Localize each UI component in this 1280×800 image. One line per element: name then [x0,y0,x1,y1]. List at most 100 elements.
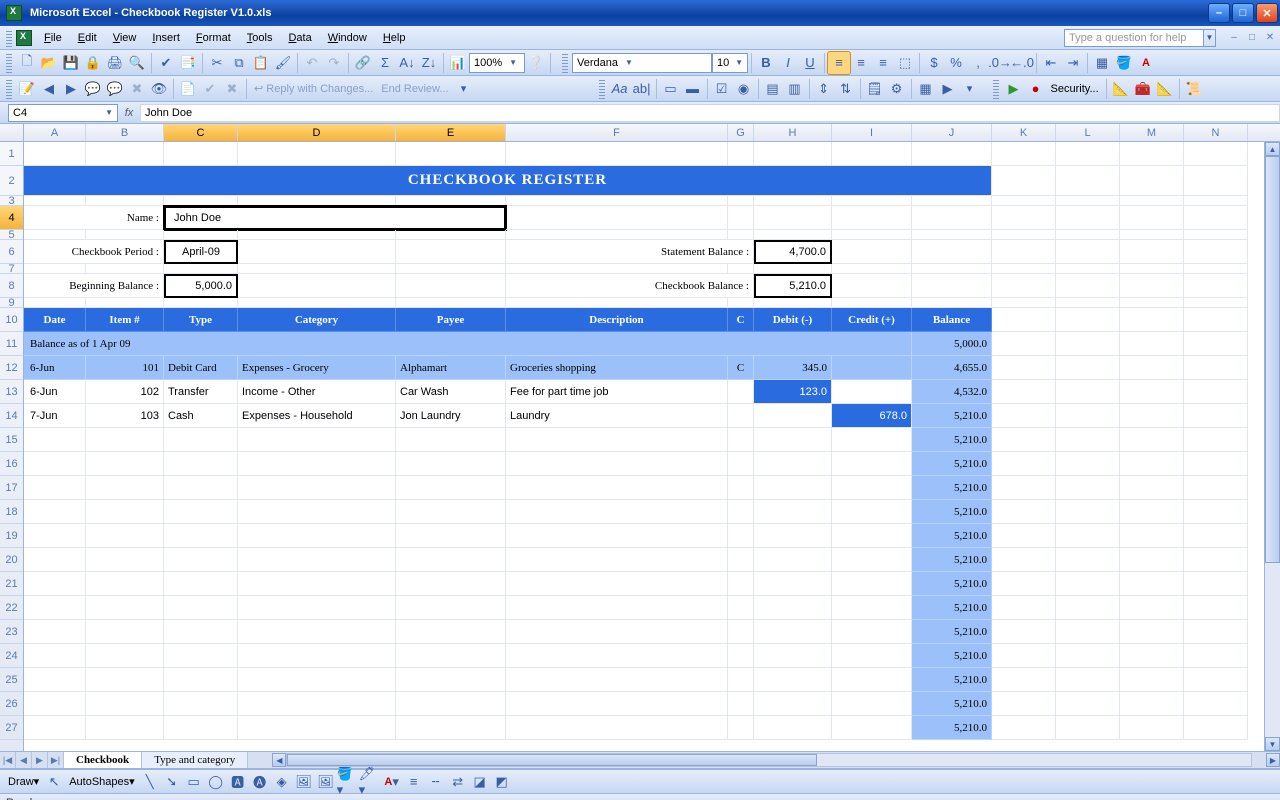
cell[interactable] [396,196,506,206]
cell[interactable] [1184,298,1248,308]
cell[interactable] [1184,206,1248,230]
cell[interactable] [1120,548,1184,572]
scroll-right-button[interactable]: ▶ [1266,753,1280,767]
cell[interactable] [1056,206,1120,230]
cell[interactable] [754,264,832,274]
col-header-E[interactable]: E [396,124,506,141]
cell[interactable] [86,524,164,548]
cell[interactable]: 5,210.0 [912,524,992,548]
cell[interactable] [992,274,1056,298]
line-color-button[interactable]: 🖊▾ [359,771,381,793]
cell[interactable] [1056,356,1120,380]
cell[interactable] [1056,230,1120,240]
sheet-tab-type-category[interactable]: Type and category [142,752,248,768]
cell[interactable] [992,264,1056,274]
cell[interactable] [1120,716,1184,740]
cell[interactable] [832,274,912,298]
col-header-G[interactable]: G [728,124,754,141]
col-header-J[interactable]: J [912,124,992,141]
cell[interactable] [24,264,86,274]
cell[interactable] [396,298,506,308]
cell[interactable]: C [728,308,754,332]
cell[interactable] [992,452,1056,476]
row-header-7[interactable]: 7 [0,264,23,274]
security-button[interactable]: Security... [1047,78,1103,100]
cell[interactable] [1056,596,1120,620]
cell[interactable] [86,298,164,308]
cell[interactable] [832,644,912,668]
cell[interactable] [1120,476,1184,500]
cell[interactable] [1184,332,1248,356]
line-style-button[interactable]: ≡ [403,771,425,793]
cell[interactable] [992,524,1056,548]
row-header-14[interactable]: 14 [0,404,23,428]
cell[interactable] [86,230,164,240]
sort-desc-button[interactable]: Z↓ [418,52,440,74]
cell[interactable] [396,572,506,596]
cell[interactable] [1184,692,1248,716]
cell[interactable] [24,298,86,308]
redo-button[interactable]: ↷ [323,52,345,74]
row-header-18[interactable]: 18 [0,500,23,524]
cell[interactable] [506,476,728,500]
cell[interactable] [86,428,164,452]
cell[interactable] [1120,644,1184,668]
cell[interactable] [238,524,396,548]
cell[interactable] [1056,274,1120,298]
close-button[interactable]: ✕ [1256,3,1278,23]
cell[interactable]: Fee for part time job [506,380,728,404]
cell[interactable] [506,644,728,668]
inner-restore-button[interactable]: □ [1244,31,1260,45]
maximize-button[interactable]: □ [1232,3,1254,23]
cell[interactable] [396,620,506,644]
row-header-22[interactable]: 22 [0,596,23,620]
cell[interactable] [86,620,164,644]
cell[interactable] [164,452,238,476]
cell[interactable] [396,428,506,452]
cell[interactable]: 5,210.0 [912,452,992,476]
cell[interactable] [754,524,832,548]
cell[interactable] [164,298,238,308]
picture-button[interactable]: 🖼 [315,771,337,793]
hscroll-thumb[interactable] [287,754,817,766]
cell[interactable]: 345.0 [754,356,832,380]
cell[interactable] [164,620,238,644]
option-control-button[interactable]: ◉ [733,78,755,100]
cell[interactable] [832,380,912,404]
next-comment-button[interactable]: ▶ [60,78,82,100]
cell[interactable] [86,644,164,668]
cell[interactable] [754,716,832,740]
view-code-button[interactable]: ⚙ [886,78,908,100]
research-button[interactable]: 📑 [177,52,199,74]
cell[interactable] [728,142,754,166]
sheet-tab-checkbook[interactable]: Checkbook [64,752,142,768]
cell[interactable]: 4,532.0 [912,380,992,404]
cell[interactable] [992,404,1056,428]
cell[interactable] [912,240,992,264]
formula-input[interactable]: John Doe [140,104,1280,122]
cell[interactable]: Type [164,308,238,332]
row-header-3[interactable]: 3 [0,196,23,206]
cell[interactable] [1056,404,1120,428]
cell[interactable]: 5,000.0 [164,274,238,298]
cell[interactable] [506,620,728,644]
cell[interactable] [1184,620,1248,644]
cell[interactable] [754,206,832,230]
cell[interactable] [728,620,754,644]
cell[interactable] [992,620,1056,644]
cell[interactable] [86,716,164,740]
cell[interactable] [1184,716,1248,740]
combobox-control-button[interactable]: ▥ [784,78,806,100]
cell[interactable]: Groceries shopping [506,356,728,380]
cell[interactable] [1120,380,1184,404]
cell[interactable] [832,620,912,644]
cell[interactable] [1056,644,1120,668]
col-header-H[interactable]: H [754,124,832,141]
cell[interactable] [164,142,238,166]
cell[interactable] [1184,404,1248,428]
cell[interactable] [1056,452,1120,476]
cell[interactable]: 5,210.0 [912,644,992,668]
arrow-style-button[interactable]: ⇄ [447,771,469,793]
cell[interactable]: 6-Jun [24,380,86,404]
cell[interactable] [1184,548,1248,572]
